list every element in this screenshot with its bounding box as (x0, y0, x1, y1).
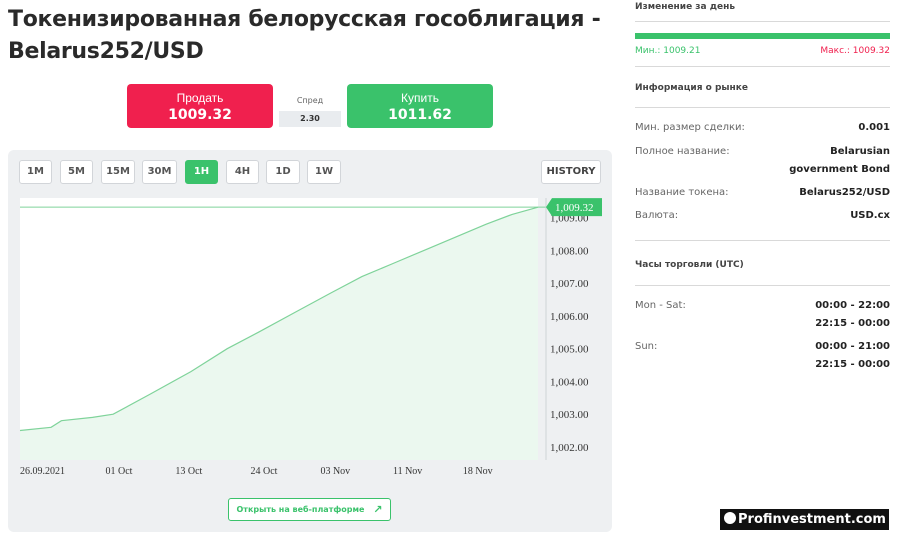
external-link-icon: ↗ (373, 503, 383, 516)
timeframe-1h[interactable]: 1H (185, 160, 218, 184)
x-tick-label: 11 Nov (393, 466, 422, 477)
day-range-bar (635, 33, 890, 39)
divider (635, 21, 890, 22)
token-name-label: Название токена: (635, 187, 729, 198)
hours-sun-line-2: 22:15 - 00:00 (815, 359, 890, 370)
timeframe-4h[interactable]: 4H (226, 160, 259, 184)
watermark-text: Profinvestment.com (738, 512, 886, 527)
buy-button[interactable]: Купить 1011.62 (347, 84, 493, 128)
sell-label: Продать (176, 91, 224, 105)
open-web-platform-label: Открыть на веб-платформе (236, 505, 365, 514)
x-tick-label: 26.09.2021 (20, 466, 65, 477)
x-tick-label: 13 Oct (175, 466, 202, 477)
divider (635, 285, 890, 286)
full-name-label: Полное название: (635, 146, 730, 157)
open-web-platform-button[interactable]: Открыть на веб-платформе ↗ (228, 498, 391, 521)
day-min: Мин.: 1009.21 (635, 46, 701, 56)
history-button[interactable]: HISTORY (541, 160, 601, 184)
timeframe-1m[interactable]: 1M (19, 160, 52, 184)
full-name-value: Belarusian government Bond (789, 143, 890, 179)
buy-label: Купить (401, 91, 439, 105)
price-chart[interactable]: 1,009.00 1,008.00 1,007.00 1,006.00 1,005.00… (18, 194, 612, 484)
hours-sun-line-1: 00:00 - 21:00 (815, 341, 890, 352)
x-tick-label: 24 Oct (251, 466, 278, 477)
timeframe-1w[interactable]: 1W (307, 160, 341, 184)
timeframe-15m[interactable]: 15M (101, 160, 135, 184)
y-tick-label: 1,002.00 (550, 442, 589, 454)
y-tick-label: 1,008.00 (550, 245, 589, 257)
hours-mon-sat-line-1: 00:00 - 22:00 (815, 300, 890, 311)
y-tick-label: 1,003.00 (550, 409, 589, 421)
spread-value: 2.30 (279, 111, 341, 127)
watermark-logo: Profinvestment.com (720, 509, 889, 530)
y-tick-label: 1,007.00 (550, 278, 589, 290)
timeframe-30m[interactable]: 30M (142, 160, 177, 184)
chart-panel: 1M 5M 15M 30M 1H 4H 1D 1W HISTORY 1,009.… (8, 150, 612, 532)
currency-value: USD.cx (850, 210, 890, 221)
page-title: Токенизированная белорусская гособлигаци… (8, 7, 601, 64)
min-trade-size-value: 0.001 (858, 122, 890, 133)
day-change-title: Изменение за день (635, 2, 736, 12)
hours-mon-sat-label: Mon - Sat: (635, 300, 686, 311)
hours-sun-value: 00:00 - 21:00 22:15 - 00:00 (815, 338, 890, 374)
spread-box: Спред 2.30 (279, 84, 341, 127)
y-tick-label: 1,005.00 (550, 344, 589, 356)
min-trade-size-label: Мин. размер сделки: (635, 122, 745, 133)
full-name-line-2: government Bond (789, 164, 890, 175)
divider (635, 107, 890, 108)
market-info-title: Информация о рынке (635, 83, 748, 93)
sell-button[interactable]: Продать 1009.32 (127, 84, 273, 128)
buy-price: 1011.62 (388, 107, 452, 123)
currency-label: Валюта: (635, 210, 679, 221)
price-chart-svg: 1,009.001,008.001,007.001,006.001,005.00… (19, 198, 602, 477)
hours-mon-sat-line-2: 22:15 - 00:00 (815, 318, 890, 329)
day-max: Макс.: 1009.32 (820, 46, 890, 56)
divider (635, 240, 890, 241)
x-tick-label: 01 Oct (105, 466, 132, 477)
divider (635, 66, 890, 67)
y-tick-label: 1,006.00 (550, 311, 589, 323)
full-name-line-1: Belarusian (830, 146, 890, 157)
spread-label: Спред (296, 96, 324, 105)
sell-price: 1009.32 (168, 107, 232, 123)
logo-icon (724, 512, 736, 524)
token-name-value: Belarus252/USD (799, 187, 890, 198)
current-price-label: 1,009.32 (555, 202, 594, 214)
hours-sun-label: Sun: (635, 341, 658, 352)
x-tick-label: 18 Nov (463, 466, 493, 477)
timeframe-5m[interactable]: 5M (60, 160, 93, 184)
y-tick-label: 1,004.00 (550, 376, 589, 388)
x-tick-label: 03 Nov (320, 466, 350, 477)
timeframe-1d[interactable]: 1D (266, 160, 300, 184)
trading-hours-title: Часы торговли (UTC) (635, 260, 744, 270)
hours-mon-sat-value: 00:00 - 22:00 22:15 - 00:00 (815, 297, 890, 333)
